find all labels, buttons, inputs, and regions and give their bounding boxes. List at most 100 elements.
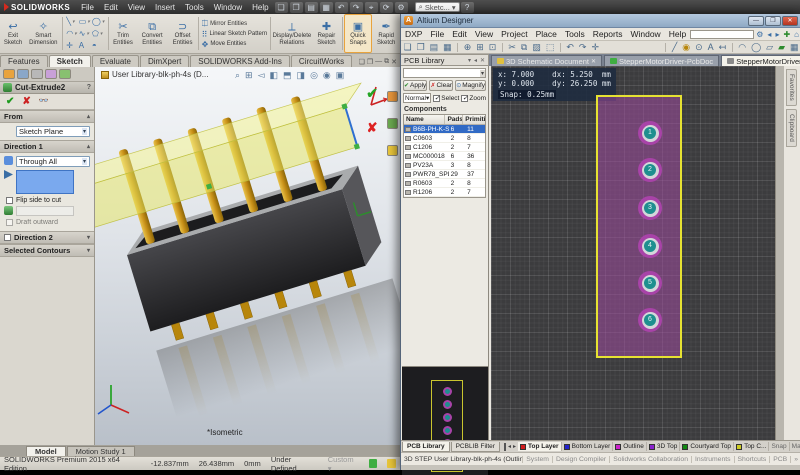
layer-tab-top[interactable]: Top Layer: [518, 442, 562, 451]
canvas-scrollbar[interactable]: [775, 66, 784, 440]
options-icon[interactable]: ⚙: [395, 2, 408, 13]
cancel-sketch-button[interactable]: ✘: [367, 120, 378, 136]
layer-tab-3d-top[interactable]: 3D Top: [647, 442, 680, 451]
menu-window[interactable]: Window: [626, 29, 664, 39]
zoom-doc-icon[interactable]: ⊡: [486, 42, 499, 53]
home-icon[interactable]: ⌂: [792, 30, 800, 39]
direction-reference-field[interactable]: [16, 170, 74, 194]
confirm-ok-button[interactable]: ✔: [366, 85, 378, 102]
undo-icon[interactable]: ↶: [335, 2, 348, 13]
settings-icon[interactable]: ⚙: [754, 30, 765, 39]
menu-help[interactable]: Help: [247, 3, 273, 12]
help-icon[interactable]: ?: [87, 84, 91, 91]
place-pad-icon[interactable]: ◉: [680, 42, 693, 53]
close-icon[interactable]: ✕: [391, 58, 397, 66]
end-condition-select[interactable]: Through All ▾: [16, 156, 90, 167]
display-manager-tab-icon[interactable]: [59, 69, 71, 79]
resources-tab-icon[interactable]: [387, 91, 398, 102]
quick-snaps-button[interactable]: ▣ Quick Snaps: [344, 14, 373, 53]
menu-view[interactable]: View: [123, 3, 150, 12]
restore-icon[interactable]: ⧉: [384, 58, 389, 66]
select-checkbox[interactable]: Select: [433, 95, 459, 102]
redo-icon[interactable]: ↷: [350, 2, 363, 13]
help-icon[interactable]: ?: [461, 2, 474, 13]
start-condition-select[interactable]: Sketch Plane ▾: [16, 126, 90, 137]
sketch-grid-icon[interactable]: [369, 459, 378, 468]
menu-file[interactable]: File: [426, 29, 448, 39]
edit-sketch-icon[interactable]: [387, 459, 396, 468]
array-icon[interactable]: ▦: [787, 42, 800, 53]
sketch-spline-icon[interactable]: ∿▾: [78, 28, 91, 40]
direction2-checkbox[interactable]: [4, 234, 11, 241]
section-selected-contours[interactable]: Selected Contours ▾: [0, 244, 94, 257]
component-row[interactable]: R0603 2 8: [404, 179, 485, 188]
pad-4[interactable]: 4: [638, 234, 662, 258]
layer-scroll-right-icon[interactable]: ▸: [513, 443, 516, 450]
clipboard-panel-tab[interactable]: Clipboard: [786, 109, 797, 147]
tab-pcbdoc[interactable]: StepperMotorDriver-PcbDoc: [604, 55, 719, 66]
cascade-icon[interactable]: ❏: [359, 58, 365, 66]
pad-3[interactable]: 3: [638, 196, 662, 220]
column-pads[interactable]: Pads: [445, 115, 463, 124]
connector-3d-model[interactable]: [95, 67, 400, 445]
component-row[interactable]: MC000018 6 36: [404, 152, 485, 161]
draft-outward-checkbox[interactable]: Draft outward: [6, 219, 90, 226]
search-box[interactable]: ⌕ Sketc... ▾: [415, 2, 460, 12]
components-table-header[interactable]: Name Pads Primitiv...: [404, 115, 485, 125]
menu-reports[interactable]: Reports: [589, 29, 627, 39]
instruments-button[interactable]: Instruments: [691, 456, 734, 463]
chevron-down-icon[interactable]: ▾: [468, 57, 471, 64]
close-button[interactable]: ✕: [782, 16, 798, 26]
cross-probe-icon[interactable]: ✛: [589, 42, 602, 53]
save-icon[interactable]: ▤: [305, 2, 318, 13]
solidworks-collaboration-button[interactable]: Solidworks Collaboration: [609, 456, 691, 463]
exit-sketch-button[interactable]: ↩ Exit Sketch: [0, 14, 26, 53]
open-icon[interactable]: ❐: [290, 2, 303, 13]
menu-tools[interactable]: Tools: [180, 3, 209, 12]
menu-window[interactable]: Window: [209, 3, 247, 12]
column-name[interactable]: Name: [404, 115, 445, 124]
pin-icon[interactable]: ◂: [474, 57, 477, 64]
mirror-entities-button[interactable]: ⎅ Mirror Entities: [202, 19, 268, 29]
section-direction2[interactable]: Direction 2 ▾: [0, 231, 94, 244]
draft-angle-field[interactable]: [16, 206, 74, 216]
offset-entities-button[interactable]: ⊃ Offset Entities: [168, 14, 197, 53]
graphics-viewport[interactable]: User Library-blk-ph-4s (D... ⌕ ⊞ ◅ ◧ ⬒ ◨…: [95, 67, 400, 445]
shortcuts-button[interactable]: Shortcuts: [734, 456, 770, 463]
sketch-polygon-icon[interactable]: ⬠▾: [91, 28, 105, 40]
design-compiler-button[interactable]: Design Compiler: [552, 456, 609, 463]
menu-view[interactable]: View: [471, 29, 497, 39]
tab-solidworks-addins[interactable]: SOLIDWORKS Add-Ins: [190, 55, 290, 67]
pcb-editor-canvas[interactable]: x: 7.000 dx: 5.250 mm y: 0.000 dy: 26.25…: [491, 66, 775, 440]
move-entities-button[interactable]: ✥ Move Entities: [202, 40, 268, 49]
sketch-text-icon[interactable]: A: [78, 40, 91, 52]
print-icon[interactable]: ▦: [441, 42, 455, 53]
smart-dimension-button[interactable]: ✧ Smart Dimension: [26, 14, 61, 53]
magnify-button[interactable]: ⊙ Magnify: [455, 80, 486, 91]
detailed-preview-icon[interactable]: 👓: [39, 96, 49, 107]
sketch-line-icon[interactable]: ╲▾: [65, 16, 78, 28]
place-string-icon[interactable]: A: [705, 42, 716, 52]
pad-2[interactable]: 2: [638, 158, 662, 182]
property-manager-tab-icon[interactable]: [17, 69, 29, 79]
mask-level-button[interactable]: Mask Level: [790, 442, 800, 451]
more-button[interactable]: »: [790, 456, 800, 463]
place-line-icon[interactable]: ╱: [669, 42, 679, 53]
menu-edit[interactable]: Edit: [99, 3, 123, 12]
zoom-area-icon[interactable]: ⊞: [474, 42, 487, 53]
panel-tab-pcb-library[interactable]: PCB Library: [402, 442, 450, 452]
configuration-manager-tab-icon[interactable]: [31, 69, 43, 79]
draft-icon[interactable]: [4, 206, 13, 215]
new-icon[interactable]: ❏: [401, 42, 414, 53]
sketch-arc-icon[interactable]: ◠▾: [65, 28, 78, 40]
section-direction1[interactable]: Direction 1 ▴: [0, 140, 94, 153]
custom-dropdown[interactable]: Custom ▾: [328, 455, 359, 473]
print-icon[interactable]: ▦: [320, 2, 333, 13]
menu-tools[interactable]: Tools: [561, 29, 589, 39]
dimxpert-manager-tab-icon[interactable]: [45, 69, 57, 79]
close-icon[interactable]: ✕: [591, 58, 596, 65]
place-arc-icon[interactable]: ◠: [736, 42, 749, 53]
section-from[interactable]: From ▴: [0, 110, 94, 123]
place-via-icon[interactable]: ⊙: [693, 42, 706, 53]
menu-file[interactable]: File: [76, 3, 99, 12]
